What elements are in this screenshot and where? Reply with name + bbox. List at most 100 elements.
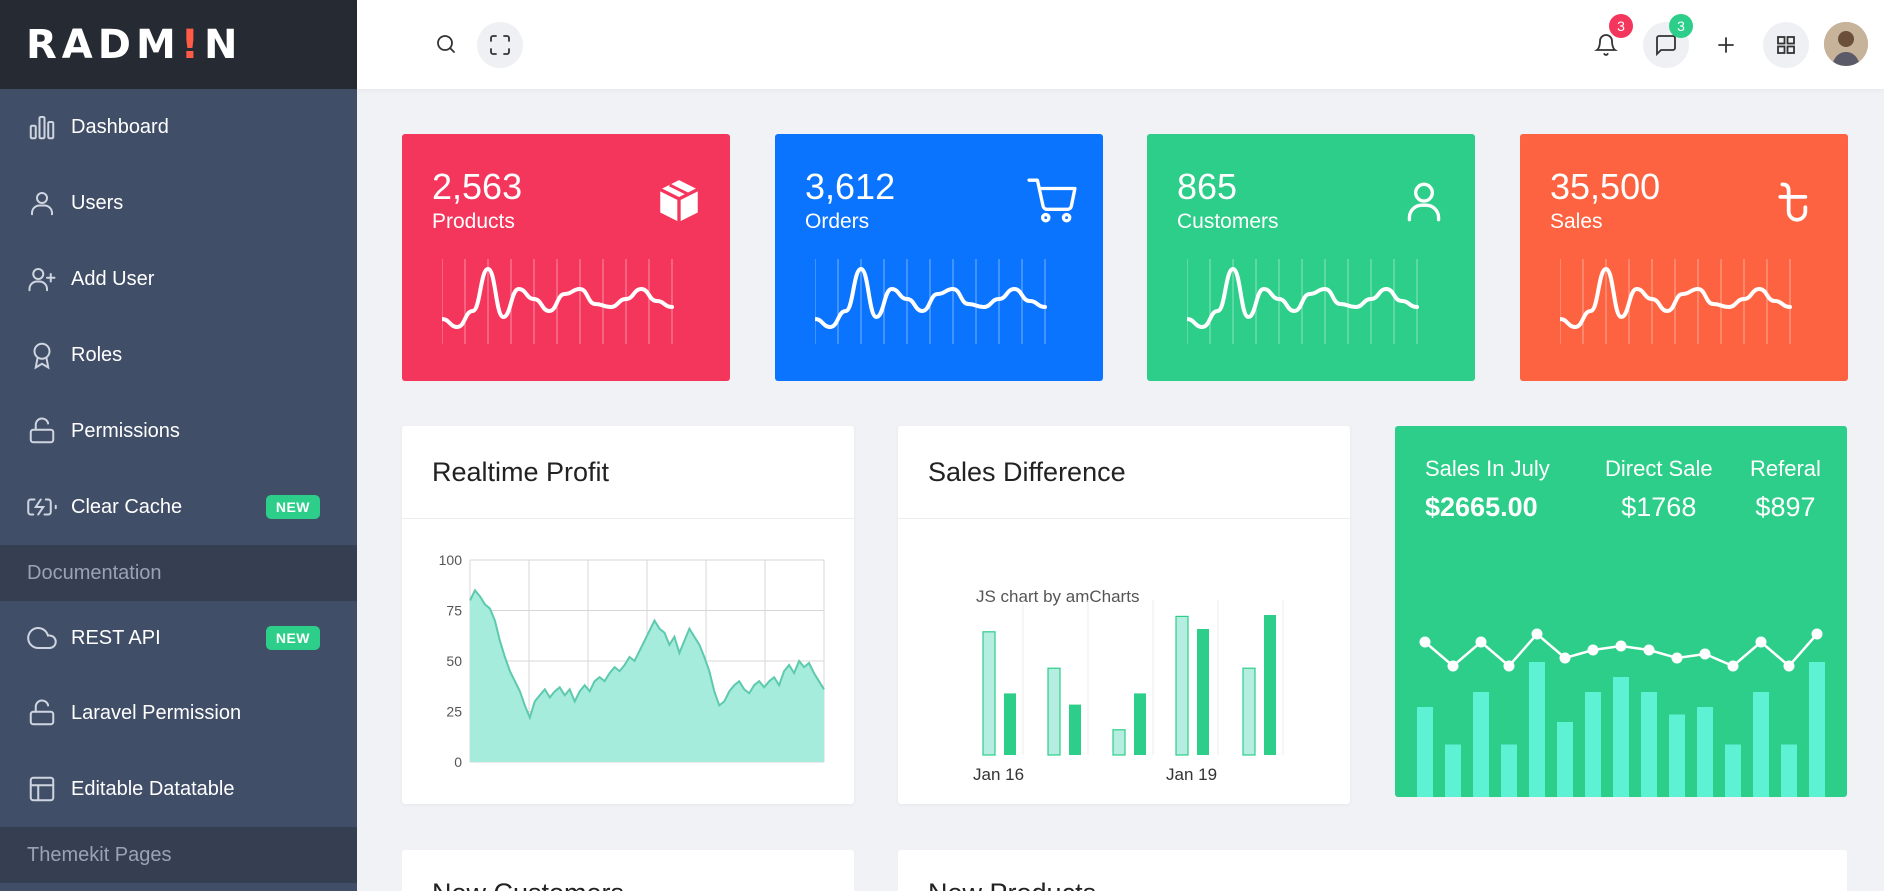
bar [1669, 714, 1685, 797]
panel-title: Sales Difference [898, 426, 1350, 519]
grid-icon [1777, 36, 1795, 54]
sidebar-item-clear-cache[interactable]: Clear Cache NEW [0, 469, 357, 545]
apps-menu-button[interactable] [1763, 22, 1809, 68]
chart-watermark: JS chart by amCharts [976, 587, 1139, 606]
sidebar-item-editable-datatable[interactable]: Editable Datatable [0, 751, 357, 827]
brand-text: RADM!N [26, 21, 243, 68]
x-tick-label: Jan 16 [973, 765, 1024, 784]
bar-chart: JS chart by amCharts Jan 16 Jan 19 [973, 587, 1284, 784]
realtime-profit-chart: 100 75 50 25 0 [402, 520, 854, 804]
sales-in-july-block: Sales In July $2665.00 [1425, 456, 1550, 523]
maximize-icon [490, 35, 510, 55]
sidebar-item-label: Dashboard [71, 115, 169, 138]
search-button[interactable] [423, 21, 469, 67]
new-badge: NEW [265, 626, 320, 650]
bar [1557, 722, 1573, 797]
bar-series-1 [982, 631, 996, 756]
avatar[interactable] [1824, 22, 1868, 66]
stat-card-products: 2,563 Products [402, 134, 730, 381]
sidebar-item-permissions[interactable]: Permissions [0, 393, 357, 469]
panel-title: Realtime Profit [402, 426, 854, 519]
bar-series-1 [1242, 667, 1256, 756]
bar [1473, 692, 1489, 797]
bar-series-2 [1004, 693, 1016, 755]
stat-label: Products [432, 210, 515, 233]
sidebar-item-dashboard[interactable]: Dashboard [0, 89, 357, 165]
line-point [1671, 652, 1683, 664]
area-chart: 100 75 50 25 0 [439, 552, 825, 770]
user-icon [27, 188, 57, 218]
sidebar-item-label: Clear Cache [71, 495, 183, 518]
bar [1445, 744, 1461, 797]
bar [1613, 677, 1629, 797]
line-point [1643, 644, 1655, 656]
sales-in-july-panel: Sales In July $2665.00 Direct Sale $1768… [1395, 426, 1847, 797]
bar [1501, 744, 1517, 797]
stat-value: 35,500 [1550, 166, 1661, 207]
fullscreen-button[interactable] [477, 22, 523, 68]
award-icon [27, 340, 57, 370]
sidebar-item-label: Permissions [71, 419, 180, 442]
panel-title: New Products [928, 878, 1096, 891]
bar [1585, 692, 1601, 797]
sidebar-section-documentation: Documentation [0, 545, 357, 601]
notifications-button[interactable]: 3 [1583, 14, 1633, 68]
search-icon [437, 35, 455, 53]
bar-chart-icon [27, 112, 57, 142]
notifications-count-badge: 3 [1609, 14, 1633, 38]
sidebar-item-rest-api[interactable]: REST API NEW [0, 601, 357, 675]
taka-icon [1772, 176, 1822, 226]
bar [1781, 744, 1797, 797]
line-point [1475, 636, 1487, 648]
y-tick-label: 0 [454, 754, 462, 770]
stat-card-sales: 35,500 Sales [1520, 134, 1848, 381]
user-avatar-image [1824, 22, 1868, 66]
direct-sale-label: Direct Sale [1605, 456, 1713, 481]
direct-sale-block: Direct Sale $1768 [1605, 456, 1713, 523]
line-point [1727, 660, 1739, 672]
line-point [1559, 652, 1571, 664]
messages-button[interactable]: 3 [1643, 14, 1693, 68]
direct-sale-value: $1768 [1621, 492, 1697, 522]
sparkline-chart [1187, 259, 1419, 344]
y-tick-label: 100 [439, 552, 463, 568]
line-point [1531, 628, 1543, 640]
stat-label: Orders [805, 210, 870, 233]
bar-series-1 [1047, 667, 1061, 756]
x-tick-label: Jan 19 [1166, 765, 1217, 784]
sales-difference-chart: JS chart by amCharts Jan 16 Jan 19 [898, 520, 1350, 804]
sparkline-chart [815, 259, 1047, 344]
user-icon [1399, 176, 1449, 226]
unlock-icon [27, 698, 57, 728]
bar [1753, 692, 1769, 797]
stat-value: 3,612 [805, 166, 896, 207]
brand-logo[interactable]: RADM!N [0, 0, 357, 89]
sidebar-item-laravel-permission[interactable]: Laravel Permission [0, 675, 357, 751]
line-point [1587, 644, 1599, 656]
bar [1417, 707, 1433, 797]
referal-block: Referal $897 [1750, 456, 1821, 523]
line-point [1503, 660, 1515, 672]
line-point [1755, 636, 1767, 648]
y-tick-label: 75 [446, 603, 462, 619]
sidebar: RADM!N Dashboard Users Add User Roles Pe… [0, 0, 357, 891]
bar [1529, 662, 1545, 797]
bar [1697, 707, 1713, 797]
bar-series-2 [1134, 693, 1146, 755]
plus-icon [1718, 37, 1734, 53]
add-button[interactable] [1703, 22, 1749, 68]
stat-value: 2,563 [432, 166, 523, 207]
top-header: 3 3 [357, 0, 1884, 89]
user-plus-icon [27, 264, 57, 294]
stat-card-orders: 3,612 Orders [775, 134, 1103, 381]
cloud-icon [27, 623, 57, 653]
line-point [1447, 660, 1459, 672]
stat-card-customers: 865 Customers [1147, 134, 1475, 381]
sidebar-item-label: Add User [71, 267, 155, 290]
sidebar-item-add-user[interactable]: Add User [0, 241, 357, 317]
line-point [1783, 660, 1795, 672]
sidebar-item-roles[interactable]: Roles [0, 317, 357, 393]
sidebar-item-users[interactable]: Users [0, 165, 357, 241]
sidebar-item-label: Laravel Permission [71, 701, 242, 724]
sidebar-item-label: Editable Datatable [71, 777, 235, 800]
